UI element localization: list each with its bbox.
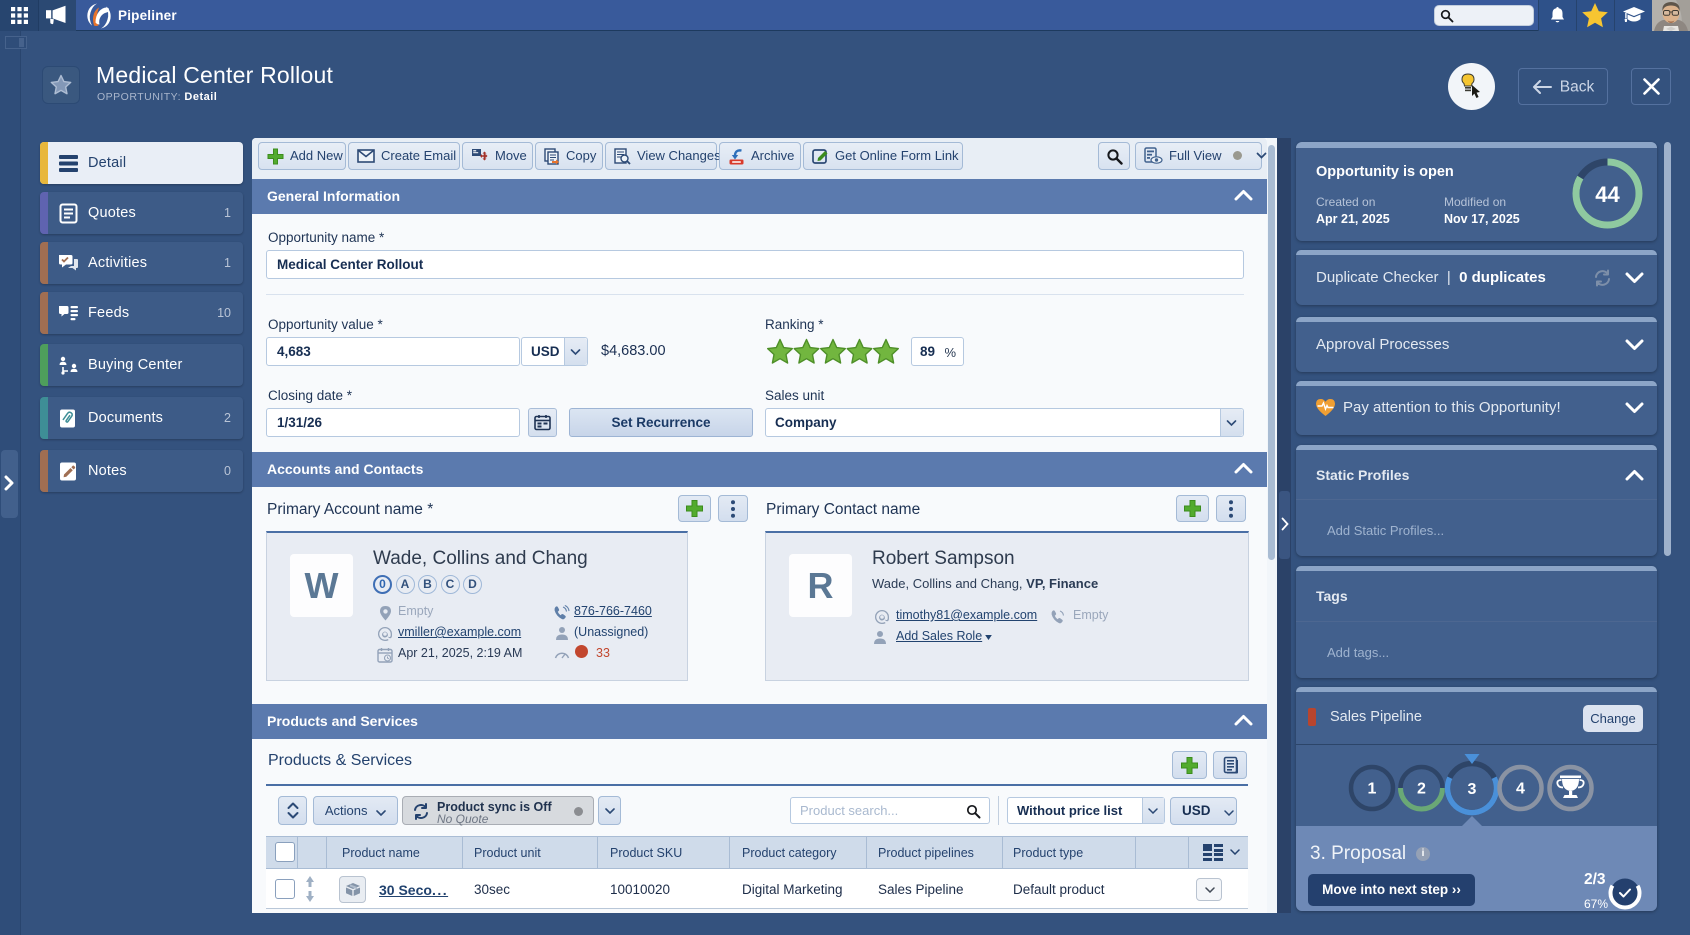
svg-text:4: 4 [1516,781,1525,798]
svg-text:44: 44 [1595,182,1620,207]
svg-text:1: 1 [1368,781,1377,798]
svg-text:2: 2 [1417,781,1426,798]
svg-text:3: 3 [1468,781,1477,798]
